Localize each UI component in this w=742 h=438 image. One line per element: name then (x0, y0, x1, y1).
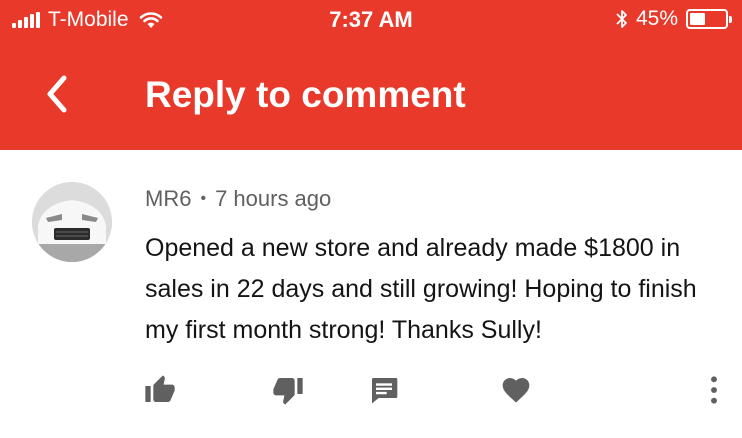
dislike-button[interactable] (270, 372, 306, 408)
battery-percent: 45% (635, 7, 678, 30)
app-header: T-Mobile 7:37 AM 45% Reply to comment (0, 0, 742, 150)
heart-icon (502, 378, 530, 403)
heart-button[interactable] (498, 372, 534, 408)
thumbs-up-icon (145, 375, 175, 402)
thumbs-down-icon (273, 378, 303, 405)
battery-tip (729, 16, 732, 23)
status-right: 45% (616, 7, 732, 31)
car-avatar-image (32, 182, 112, 262)
bluetooth-icon (616, 10, 627, 28)
more-vertical-icon (711, 376, 717, 404)
avatar[interactable] (32, 182, 112, 262)
like-button[interactable] (142, 372, 178, 408)
status-bar: T-Mobile 7:37 AM 45% (0, 0, 742, 40)
comment-card: MR6 • 7 hours ago Opened a new store and… (0, 150, 742, 438)
comment-meta: MR6 • 7 hours ago (145, 186, 331, 212)
battery-fill (690, 13, 705, 25)
back-button[interactable] (36, 72, 80, 116)
battery-icon (686, 9, 732, 29)
nav-bar: Reply to comment (0, 60, 742, 130)
comment-text: Opened a new store and already made $180… (145, 234, 697, 344)
comment-actions (0, 372, 742, 412)
reply-button[interactable] (366, 372, 402, 408)
more-button[interactable] (696, 372, 732, 408)
comment-author[interactable]: MR6 (145, 186, 191, 212)
chevron-left-icon (47, 75, 67, 113)
comment-icon (372, 378, 398, 404)
meta-separator: • (200, 190, 207, 207)
page-title: Reply to comment (145, 74, 466, 115)
comment-timestamp: 7 hours ago (215, 186, 332, 211)
